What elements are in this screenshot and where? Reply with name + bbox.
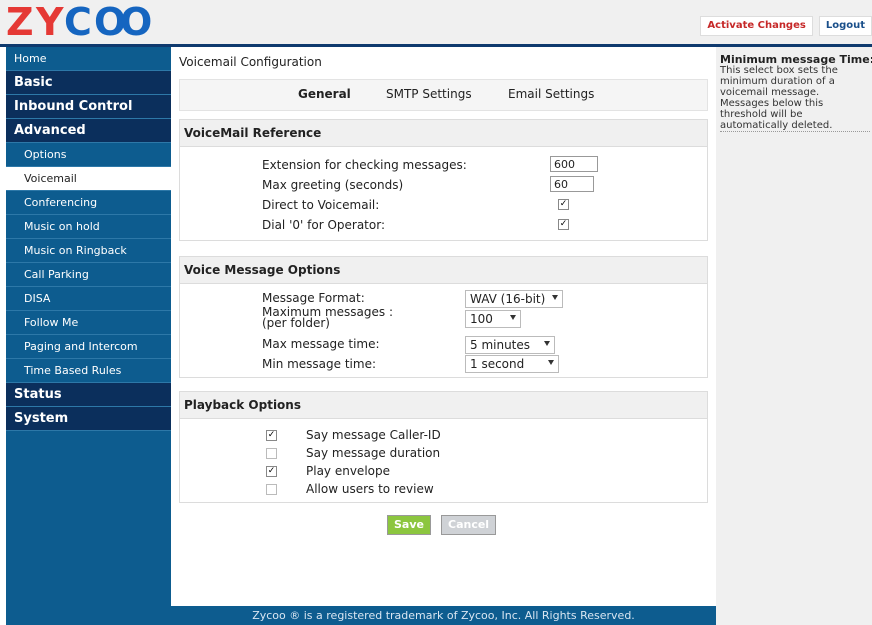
max-message-time-select[interactable]: 5 minutes: [465, 336, 555, 354]
tab-general[interactable]: General: [298, 87, 351, 101]
say-caller-id-checkbox[interactable]: ✓: [266, 430, 277, 441]
zycoo-logo: Z Y C O O: [6, 0, 153, 44]
extension-label: Extension for checking messages:: [262, 158, 467, 172]
sidebar-item-advanced[interactable]: Advanced: [6, 119, 171, 143]
footer: Zycoo ® is a registered trademark of Zyc…: [171, 606, 716, 625]
say-duration-label: Say message duration: [306, 446, 441, 460]
maximum-messages-select[interactable]: 100: [465, 310, 521, 328]
chevron-down-icon: [552, 295, 558, 300]
dial-zero-operator-checkbox[interactable]: ✓: [558, 219, 569, 230]
activate-changes-button[interactable]: Activate Changes: [700, 16, 813, 36]
main-content: Voicemail Configuration General SMTP Set…: [171, 47, 716, 625]
top-bar: Z Y C O O Activate Changes Logout: [0, 0, 872, 44]
sidebar: Home Basic Inbound Control Advanced Opti…: [6, 47, 171, 625]
chevron-down-icon: [510, 315, 516, 320]
chevron-down-icon: [548, 360, 554, 365]
help-text: This select box sets the minimum duratio…: [720, 65, 870, 132]
sidebar-item-paging-and-intercom[interactable]: Paging and Intercom: [6, 335, 171, 359]
maximum-messages-label-line2: (per folder): [262, 316, 330, 330]
direct-to-voicemail-checkbox[interactable]: ✓: [558, 199, 569, 210]
page-title: Voicemail Configuration: [179, 55, 322, 69]
message-format-label: Message Format:: [262, 291, 365, 305]
message-format-value: WAV (16-bit): [470, 292, 546, 306]
sidebar-item-voicemail[interactable]: Voicemail: [6, 167, 171, 191]
sidebar-item-disa[interactable]: DISA: [6, 287, 171, 311]
voicemail-reference-heading: VoiceMail Reference: [180, 120, 707, 147]
sidebar-item-music-on-ringback[interactable]: Music on Ringback: [6, 239, 171, 263]
max-greeting-label: Max greeting (seconds): [262, 178, 404, 192]
sidebar-item-home[interactable]: Home: [6, 47, 171, 71]
sidebar-item-time-based-rules[interactable]: Time Based Rules: [6, 359, 171, 383]
sidebar-item-status[interactable]: Status: [6, 383, 171, 407]
maximum-messages-value: 100: [470, 312, 493, 326]
allow-review-checkbox[interactable]: [266, 484, 277, 495]
top-actions: Activate Changes Logout: [700, 16, 872, 36]
say-caller-id-label: Say message Caller-ID: [306, 428, 441, 442]
cancel-button[interactable]: Cancel: [441, 515, 497, 535]
save-button[interactable]: Save: [387, 515, 431, 535]
sidebar-item-follow-me[interactable]: Follow Me: [6, 311, 171, 335]
allow-review-label: Allow users to review: [306, 482, 434, 496]
playback-options-panel: Playback Options ✓ Say message Caller-ID…: [179, 391, 708, 503]
sidebar-item-call-parking[interactable]: Call Parking: [6, 263, 171, 287]
max-greeting-input[interactable]: 60: [550, 176, 594, 192]
play-envelope-checkbox[interactable]: ✓: [266, 466, 277, 477]
min-message-time-label: Min message time:: [262, 357, 377, 371]
help-panel: Minimum message Time: This select box se…: [716, 47, 872, 625]
sidebar-item-music-on-hold[interactable]: Music on hold: [6, 215, 171, 239]
min-message-time-value: 1 second: [470, 357, 525, 371]
message-format-select[interactable]: WAV (16-bit): [465, 290, 563, 308]
maximum-messages-label: Maximum messages : (per folder): [262, 306, 393, 330]
direct-to-voicemail-label: Direct to Voicemail:: [262, 198, 380, 212]
logout-button[interactable]: Logout: [818, 16, 872, 36]
play-envelope-label: Play envelope: [306, 464, 390, 478]
sidebar-item-options[interactable]: Options: [6, 143, 171, 167]
max-message-time-value: 5 minutes: [470, 338, 531, 352]
sidebar-item-basic[interactable]: Basic: [6, 71, 171, 95]
extension-input[interactable]: 600: [550, 156, 598, 172]
voice-message-options-panel: Voice Message Options Message Format: WA…: [179, 256, 708, 378]
sidebar-item-inbound-control[interactable]: Inbound Control: [6, 95, 171, 119]
sidebar-item-conferencing[interactable]: Conferencing: [6, 191, 171, 215]
min-message-time-select[interactable]: 1 second: [465, 355, 559, 373]
dial-zero-operator-label: Dial '0' for Operator:: [262, 218, 385, 232]
voicemail-reference-panel: VoiceMail Reference Extension for checki…: [179, 119, 708, 241]
tab-smtp-settings[interactable]: SMTP Settings: [386, 87, 472, 101]
say-duration-checkbox[interactable]: [266, 448, 277, 459]
voice-message-options-heading: Voice Message Options: [180, 257, 707, 284]
tab-email-settings[interactable]: Email Settings: [508, 87, 594, 101]
max-message-time-label: Max message time:: [262, 337, 380, 351]
tab-bar: General SMTP Settings Email Settings: [179, 79, 708, 111]
chevron-down-icon: [544, 341, 550, 346]
sidebar-item-system[interactable]: System: [6, 407, 171, 431]
playback-options-heading: Playback Options: [180, 392, 707, 419]
